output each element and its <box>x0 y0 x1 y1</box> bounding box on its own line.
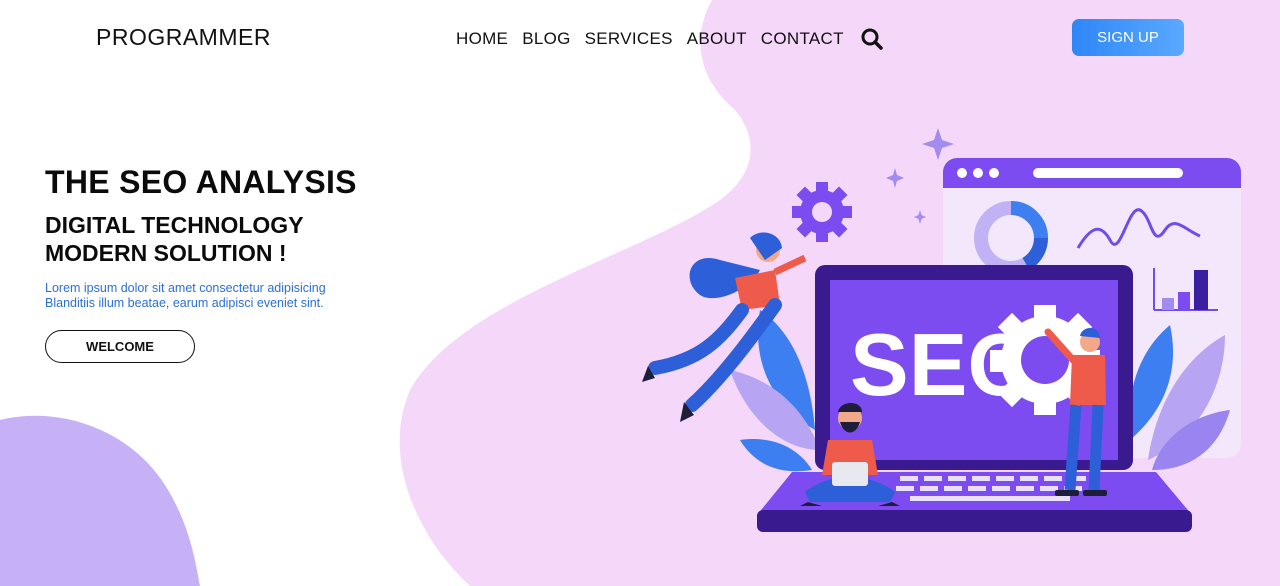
search-icon[interactable] <box>860 27 884 51</box>
sparkle-icon <box>914 210 926 224</box>
nav-about[interactable]: ABOUT <box>687 29 747 49</box>
signup-button[interactable]: SIGN UP <box>1072 19 1184 56</box>
nav-contact[interactable]: CONTACT <box>761 29 844 49</box>
gear-icon <box>792 182 852 242</box>
brand-logo[interactable]: PROGRAMMER <box>96 24 271 51</box>
hero-section: THE SEO ANALYSIS DIGITAL TECHNOLOGY MODE… <box>45 164 425 363</box>
seo-illustration: SEO <box>642 128 1241 532</box>
hero-description-line2: Blanditiis illum beatae, earum adipisci … <box>45 296 324 310</box>
hero-subtitle: DIGITAL TECHNOLOGY MODERN SOLUTION ! <box>45 211 425 267</box>
nav-blog[interactable]: BLOG <box>522 29 570 49</box>
nav-home[interactable]: HOME <box>456 29 508 49</box>
nav-links: HOME BLOG SERVICES ABOUT CONTACT <box>456 27 884 51</box>
navbar: PROGRAMMER HOME BLOG SERVICES ABOUT CONT… <box>0 0 1280 76</box>
hero-description-line1: Lorem ipsum dolor sit amet consectetur a… <box>45 281 326 295</box>
hero-title: THE SEO ANALYSIS <box>45 164 357 200</box>
sparkle-icon <box>886 168 904 188</box>
sparkle-icon <box>922 128 954 160</box>
hero-subtitle-line1: DIGITAL TECHNOLOGY <box>45 212 304 238</box>
nav-services[interactable]: SERVICES <box>585 29 673 49</box>
hero-subtitle-line2: MODERN SOLUTION ! <box>45 240 287 266</box>
hero-description: Lorem ipsum dolor sit amet consectetur a… <box>45 281 425 311</box>
purple-blob <box>0 415 200 586</box>
welcome-button[interactable]: WELCOME <box>45 330 195 363</box>
